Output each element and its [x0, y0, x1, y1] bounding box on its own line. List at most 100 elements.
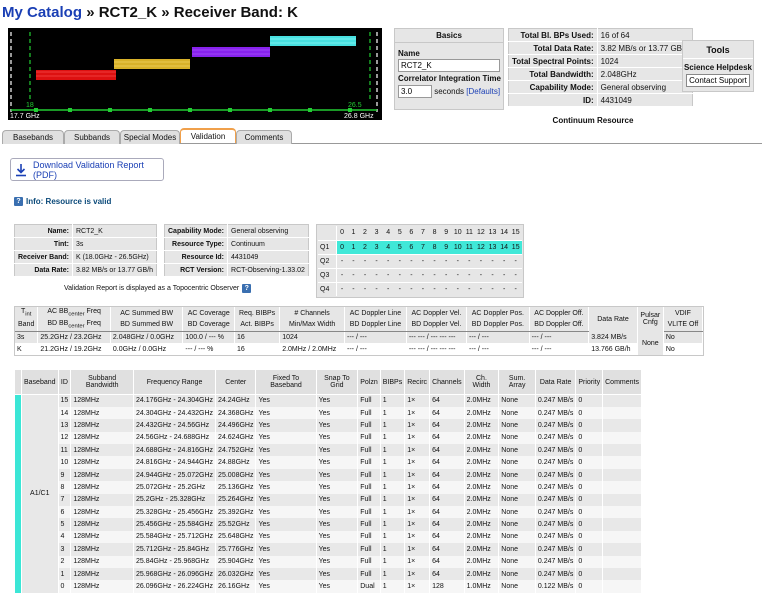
tab-comments[interactable]: Comments: [236, 130, 292, 144]
subband-row: 11 128MHz 24.688GHz - 24.816GHz 24.752GHz Ye…: [15, 444, 642, 457]
summary-label: Receiver Band:: [14, 250, 73, 264]
subband-cell: 0.247 MB/s: [535, 555, 577, 568]
subband-cell: [602, 580, 642, 593]
subband-cell: 2.0MHz: [464, 493, 500, 507]
grid-col-header: 13: [488, 229, 497, 237]
subband-cell: Yes: [255, 431, 317, 445]
subband-cell: 1: [380, 493, 406, 507]
subband-cell: [602, 530, 642, 544]
subband-cell: None: [498, 493, 536, 507]
grid-cell: 0: [336, 240, 348, 254]
col-ac-coverage: AC Coverage: [182, 307, 235, 319]
defaults-link[interactable]: [Defaults]: [466, 87, 500, 96]
subband-cell: 0: [575, 580, 604, 593]
my-catalog-link[interactable]: My Catalog: [2, 4, 82, 21]
subband-cell: 25.712GHz - 25.84GHz: [133, 543, 217, 556]
tab-subbands[interactable]: Subbands: [64, 130, 120, 144]
tab-validation[interactable]: Validation: [180, 128, 236, 143]
subband-cell: [602, 506, 642, 519]
summary-cell: --- / --- %: [182, 343, 235, 355]
summary-cell: 13.766 GB/h: [588, 343, 638, 355]
grid-cell: -: [433, 285, 436, 293]
subband-cell: Full: [357, 431, 381, 445]
band-marker-left: 18: [26, 102, 34, 109]
subband-cell: [602, 431, 642, 445]
subband-cell: Yes: [255, 506, 317, 519]
subband-cell: Yes: [316, 394, 359, 407]
stat-row: Total Data Rate: 3.82 MB/s or 13.77 GB/h: [508, 41, 693, 55]
tab-special-modes[interactable]: Special Modes: [120, 130, 180, 144]
subband-cell: Full: [357, 567, 381, 581]
summary-cell: --- / ---: [529, 343, 590, 355]
stat-label: Total Bandwidth:: [508, 67, 598, 81]
subband-row: 7 128MHz 25.2GHz - 25.328GHz 25.264GHz Yes Ye…: [15, 493, 642, 507]
grid-cell: 4: [382, 240, 394, 254]
subband-cell: 6: [58, 506, 72, 519]
subband-row: 8 128MHz 25.072GHz - 25.2GHz 25.136GHz Yes Ye…: [15, 481, 642, 494]
subband-cell: 24.624GHz: [215, 431, 257, 445]
summary-label: Capability Mode:: [164, 224, 229, 238]
subband-cell: 24.816GHz - 24.944GHz: [133, 456, 217, 469]
subband-cell: 25.328GHz - 25.456GHz: [133, 506, 217, 519]
subband-cell: 24.432GHz - 24.56GHz: [133, 419, 217, 432]
subband-col-header: Recirc: [404, 369, 431, 395]
subband-cell: 1: [380, 530, 406, 544]
grid-cell: -: [479, 257, 483, 265]
grid-cell: -: [363, 271, 367, 279]
tab-basebands[interactable]: Basebands: [2, 130, 64, 144]
subband-cell: 128MHz: [70, 444, 134, 457]
subband-cell: 0: [575, 468, 604, 482]
subband-cell: 64: [429, 431, 465, 445]
stat-value: General observing: [597, 80, 693, 94]
subband-cell: 1: [380, 419, 406, 432]
grid-cell: -: [456, 271, 459, 279]
subband-cell: 25.136GHz: [215, 481, 257, 494]
grid-cell: -: [456, 285, 459, 293]
subband-col-header: Polzn: [357, 369, 381, 395]
grid-col-header: 0: [340, 229, 344, 237]
name-input[interactable]: [398, 59, 500, 72]
subband-cell: None: [498, 580, 536, 593]
summary-cell: 16: [234, 331, 281, 343]
grid-cell: 9: [440, 240, 452, 254]
subband-cell: Full: [357, 481, 381, 494]
help-icon[interactable]: ?: [242, 284, 252, 293]
subband-cell: Yes: [255, 530, 317, 544]
subband-cell: Yes: [255, 567, 317, 581]
stat-label: Total Bl. BPs Used:: [508, 28, 598, 42]
subband-cell: 64: [429, 543, 465, 556]
subband-cell: 1: [380, 394, 406, 407]
download-report-button[interactable]: Download Validation Report (PDF): [10, 158, 164, 181]
subband-cell: 2.0MHz: [464, 506, 500, 519]
cit-input[interactable]: [398, 85, 432, 98]
summary-cell: 21.2GHz / 19.2GHz: [37, 343, 111, 355]
summary-value: RCT2_K: [72, 224, 157, 238]
subband-cell: Full: [357, 543, 381, 556]
grid-cell: -: [421, 271, 425, 279]
subband-cell: 11: [58, 444, 72, 457]
summary-row: Data Rate: 3.82 MB/s or 13.77 GB/h: [14, 263, 157, 277]
contact-support-button[interactable]: Contact Support: [686, 74, 750, 87]
help-icon[interactable]: ?: [14, 197, 23, 206]
subband-cell: 1×: [404, 456, 431, 469]
subband-cell: Yes: [255, 468, 317, 482]
subband-cell: 64: [429, 481, 465, 494]
subband-col-header: Data Rate: [534, 369, 577, 395]
grid-cell: 10: [451, 240, 464, 254]
summary-label: Name:: [14, 224, 73, 238]
summary-cell: None: [637, 331, 664, 355]
download-report-label: Download Validation Report (PDF): [33, 159, 144, 180]
grid-col-header: 5: [397, 229, 402, 237]
grid-col-header: 10: [453, 229, 462, 237]
grid-cell: -: [410, 257, 413, 265]
subband-cell: 2.0MHz: [464, 406, 500, 420]
col-bd-doppler-pos: BD Doppler Pos.: [466, 319, 530, 332]
col-data-rate: Data Rate: [588, 307, 638, 331]
subband-cell: 26.16GHz: [215, 580, 257, 593]
summary-cell: --- --- / --- --- ---: [406, 331, 467, 343]
subband-cell: 128MHz: [70, 506, 134, 519]
tools-header: Tools: [683, 41, 753, 59]
subband-row: 4 128MHz 25.584GHz - 25.712GHz 25.648GHz Yes…: [15, 530, 642, 544]
science-helpdesk-label: Science Helpdesk: [683, 63, 753, 72]
grid-cell: -: [363, 257, 367, 265]
